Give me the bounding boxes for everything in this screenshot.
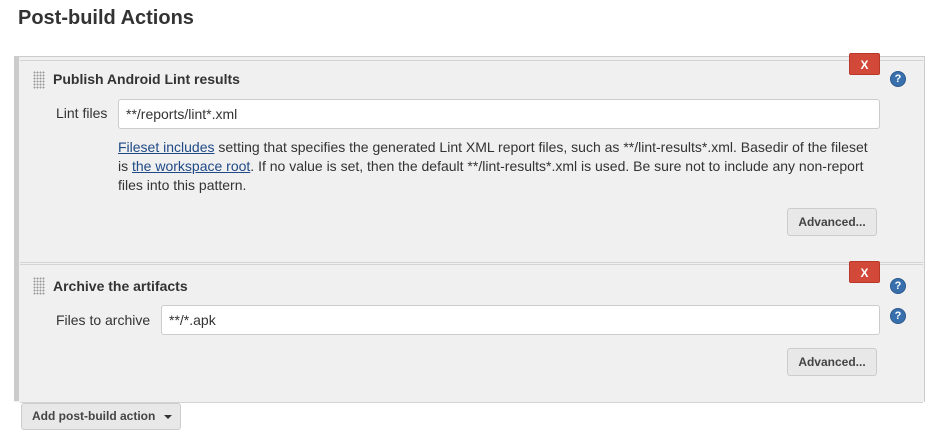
panel-title: Publish Android Lint results xyxy=(53,71,240,87)
help-icon[interactable]: ? xyxy=(890,308,906,324)
lint-description: Fileset includes setting that specifies … xyxy=(118,138,878,195)
files-to-archive-label: Files to archive xyxy=(56,312,151,328)
chevron-down-icon xyxy=(164,415,172,419)
files-to-archive-input[interactable] xyxy=(161,305,880,335)
add-post-build-action-button[interactable]: Add post-build action xyxy=(21,403,181,430)
help-icon[interactable]: ? xyxy=(890,278,906,294)
help-icon[interactable]: ? xyxy=(890,71,906,87)
lint-files-label: Lint files xyxy=(56,105,108,121)
panel-title: Archive the artifacts xyxy=(53,278,188,294)
drag-handle-icon[interactable] xyxy=(33,277,45,295)
fileset-includes-link[interactable]: Fileset includes xyxy=(118,139,215,155)
lint-panel: Publish Android Lint results X ? Lint fi… xyxy=(20,53,923,263)
advanced-button[interactable]: Advanced... xyxy=(787,348,877,376)
delete-button[interactable]: X xyxy=(849,53,880,75)
archive-panel: Archive the artifacts X ? Files to archi… xyxy=(20,261,923,403)
drag-handle-icon[interactable] xyxy=(33,71,45,89)
advanced-button[interactable]: Advanced... xyxy=(787,208,877,236)
section-title: Post-build Actions xyxy=(18,7,194,29)
add-button-label: Add post-build action xyxy=(32,409,156,423)
container-edge xyxy=(14,56,19,401)
workspace-root-link[interactable]: the workspace root xyxy=(132,158,250,174)
lint-files-input[interactable] xyxy=(118,99,880,129)
delete-button[interactable]: X xyxy=(849,261,880,283)
